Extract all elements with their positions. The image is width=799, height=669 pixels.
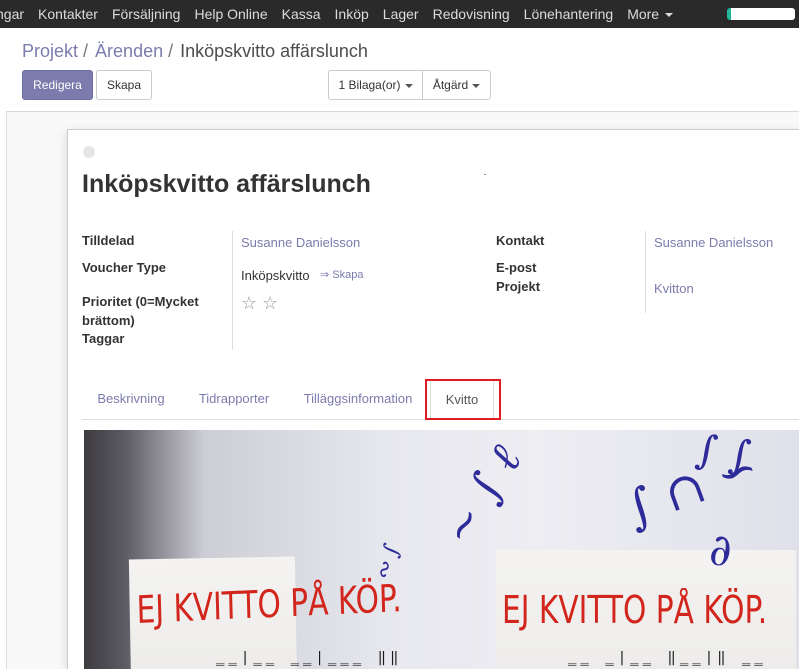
assigned-value[interactable]: Susanne Danielsson	[241, 233, 360, 252]
voucher-create-link[interactable]: ⇒ Skapa	[320, 266, 363, 285]
menu-item-payroll[interactable]: Lönehantering	[517, 0, 621, 28]
menu-item-inventory[interactable]: Lager	[376, 0, 426, 28]
contact-label: Kontakt	[496, 233, 545, 248]
breadcrumb-separator: /	[168, 41, 174, 61]
assigned-label: Tilldelad	[82, 233, 135, 248]
attachments-button[interactable]: 1 Bilaga(or)	[328, 70, 423, 100]
action-button[interactable]: Åtgärd	[422, 70, 491, 100]
attachments-label: 1 Bilaga(or)	[338, 78, 401, 92]
edit-button[interactable]: Redigera	[22, 70, 93, 100]
divider	[484, 174, 486, 175]
menu-item-settings[interactable]: ngar	[0, 0, 31, 28]
tags-label: Taggar	[82, 331, 125, 346]
tab-extra-info[interactable]: Tilläggsinformation	[298, 379, 418, 420]
contact-value[interactable]: Susanne Danielsson	[654, 233, 773, 252]
user-menu[interactable]	[727, 8, 795, 20]
star-icon[interactable]: ☆	[241, 294, 257, 312]
create-button[interactable]: Skapa	[96, 70, 152, 100]
menu-item-pos[interactable]: Kassa	[275, 0, 328, 28]
breadcrumb-separator: /	[83, 41, 89, 61]
chevron-down-icon	[665, 13, 674, 18]
project-label: Projekt	[496, 279, 541, 294]
page-title: Inköpskvitto affärslunch	[82, 170, 371, 198]
breadcrumb-current: Inköpskvitto affärslunch	[180, 41, 368, 61]
receipt-printed-code: ‗‗|‗‗ ‗‗|‗‗‗ ‖‖	[216, 650, 403, 666]
content-area: Inköpskvitto affärslunch Tilldelad Susan…	[6, 112, 799, 669]
chevron-down-icon	[472, 83, 481, 88]
field-divider	[232, 231, 233, 350]
tab-description[interactable]: Beskrivning	[84, 379, 178, 420]
priority-label: Prioritet (0=Mycket brättom)	[82, 294, 199, 328]
receipt-stamp-right: EJ KVITTO PÅ KÖP.	[502, 588, 768, 632]
project-value[interactable]: Kvitton	[654, 279, 694, 298]
menu-item-purchase[interactable]: Inköp	[328, 0, 376, 28]
menu-item-sales[interactable]: Försäljning	[105, 0, 187, 28]
menu-item-accounting[interactable]: Redovisning	[426, 0, 517, 28]
form-sheet: Inköpskvitto affärslunch Tilldelad Susan…	[67, 129, 799, 669]
breadcrumb-issues[interactable]: Ärenden	[95, 41, 163, 61]
control-panel: Projekt / Ärenden / Inköpskvitto affärslunch…	[6, 28, 799, 112]
handwriting-scribble: ∂	[709, 525, 732, 576]
tab-highlight-box	[425, 379, 501, 420]
menu-item-help-online[interactable]: Help Online	[187, 0, 274, 28]
email-label: E-post	[496, 260, 537, 275]
voucher-type-label: Voucher Type	[82, 260, 167, 275]
star-icon[interactable]: ☆	[262, 294, 278, 312]
field-divider	[645, 231, 646, 313]
receipt-image: ~ ∫ ℓ ∾ ∫ ∫ ∩ ∽ ∂ ∫ ∫ EJ KVITTO PÅ KÖP. …	[84, 430, 799, 669]
breadcrumb: Projekt / Ärenden / Inköpskvitto affärslunch	[22, 41, 368, 62]
breadcrumb-projects[interactable]: Projekt	[22, 41, 78, 61]
handwriting-scribble: ~ ∫ ℓ	[432, 437, 532, 554]
receipt-printed-code: ‗‗ ‗|‗‗ ‖‗‗|‖ ‗‗	[568, 650, 767, 666]
chevron-down-icon	[404, 83, 413, 88]
handwriting-scribble: ∫ ∫	[693, 430, 754, 480]
tab-timesheets[interactable]: Tidrapporter	[188, 379, 280, 420]
menu-item-more[interactable]: More	[620, 0, 680, 28]
menu-item-contacts[interactable]: Kontakter	[31, 0, 105, 28]
kanban-state-icon[interactable]	[83, 146, 95, 158]
voucher-type-value[interactable]: Inköpskvitto	[241, 266, 310, 285]
top-navbar: ngar Kontakter Försäljning Help Online K…	[0, 0, 799, 28]
app-menu: ngar Kontakter Försäljning Help Online K…	[0, 0, 680, 28]
more-label: More	[627, 6, 660, 22]
action-label: Åtgärd	[432, 78, 469, 92]
